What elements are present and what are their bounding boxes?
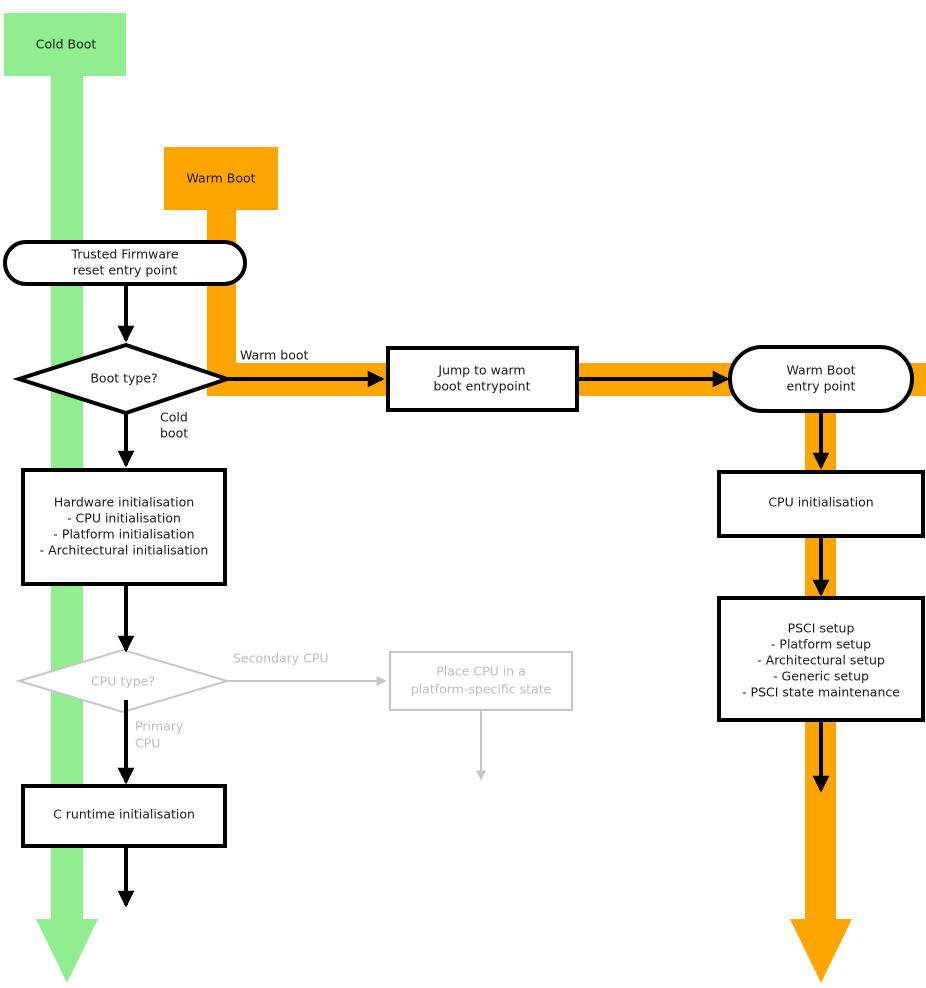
flowchart-canvas: CPU type? Secondary CPU Place CPU in a p… <box>0 0 926 988</box>
warm-boot-band-arrowhead <box>790 919 852 983</box>
cpu-init-node: CPU initialisation <box>717 470 925 538</box>
c-runtime-node: C runtime initialisation <box>21 784 227 848</box>
hardware-init-label-line4: - Architectural initialisation <box>40 543 209 558</box>
reset-entry-node: Trusted Firmware reset entry point <box>3 240 247 286</box>
psci-setup-label-line4: - Generic setup <box>773 669 869 684</box>
edge-label-primary-cpu-line2: CPU <box>135 736 160 751</box>
edge-label-primary-cpu-line1: Primary <box>135 719 184 734</box>
warm-boot-legend-label: Warm Boot <box>186 171 255 186</box>
boot-type-decision-label: Boot type? <box>90 371 157 386</box>
place-cpu-label-line2: platform-specific state <box>411 682 552 697</box>
hardware-init-node: Hardware initialisation - CPU initialisa… <box>21 468 227 586</box>
jump-warm-boot-node: Jump to warm boot entrypoint <box>386 346 579 412</box>
reset-entry-label-line2: reset entry point <box>73 263 178 278</box>
place-cpu-label-line1: Place CPU in a <box>436 664 526 679</box>
edge-label-secondary-cpu: Secondary CPU <box>233 651 329 666</box>
cpu-init-label: CPU initialisation <box>768 495 873 510</box>
psci-setup-label-line1: PSCI setup <box>788 621 855 636</box>
boot-type-node: Boot type? <box>12 342 234 416</box>
cold-boot-legend-label: Cold Boot <box>36 37 97 52</box>
hardware-init-label-line2: - CPU initialisation <box>67 511 181 526</box>
psci-setup-label-line5: - PSCI state maintenance <box>742 685 900 700</box>
warm-boot-entry-node: Warm Boot entry point <box>728 345 914 413</box>
psci-setup-label-line3: - Architectural setup <box>757 653 885 668</box>
edge-label-cold-boot-line1: Cold <box>160 410 188 425</box>
cold-boot-band-arrowhead <box>36 919 98 983</box>
cpu-type-decision-label: CPU type? <box>91 674 155 689</box>
psci-setup-node: PSCI setup - Platform setup - Architectu… <box>717 596 925 722</box>
psci-setup-label-line2: - Platform setup <box>771 637 871 652</box>
c-runtime-label: C runtime initialisation <box>53 807 195 822</box>
edge-label-cold-boot-line2: boot <box>160 426 188 441</box>
warm-path-edges <box>227 370 830 793</box>
jump-warm-boot-label-line2: boot entrypoint <box>433 379 530 394</box>
hardware-init-label-line3: - Platform initialisation <box>53 527 194 542</box>
boot-flow-diagram: CPU type? Secondary CPU Place CPU in a p… <box>3 13 926 983</box>
hardware-init-label-line1: Hardware initialisation <box>54 495 194 510</box>
jump-warm-boot-label-line1: Jump to warm <box>437 363 525 378</box>
secondary-cpu-branch-group: CPU type? Secondary CPU Place CPU in a p… <box>15 648 573 781</box>
warm-boot-path-band <box>164 147 926 983</box>
reset-entry-label-line1: Trusted Firmware <box>70 247 178 262</box>
warm-boot-entry-label-line2: entry point <box>787 379 856 394</box>
edge-label-warm-boot: Warm boot <box>240 348 309 363</box>
warm-boot-entry-label-line1: Warm Boot <box>786 363 855 378</box>
